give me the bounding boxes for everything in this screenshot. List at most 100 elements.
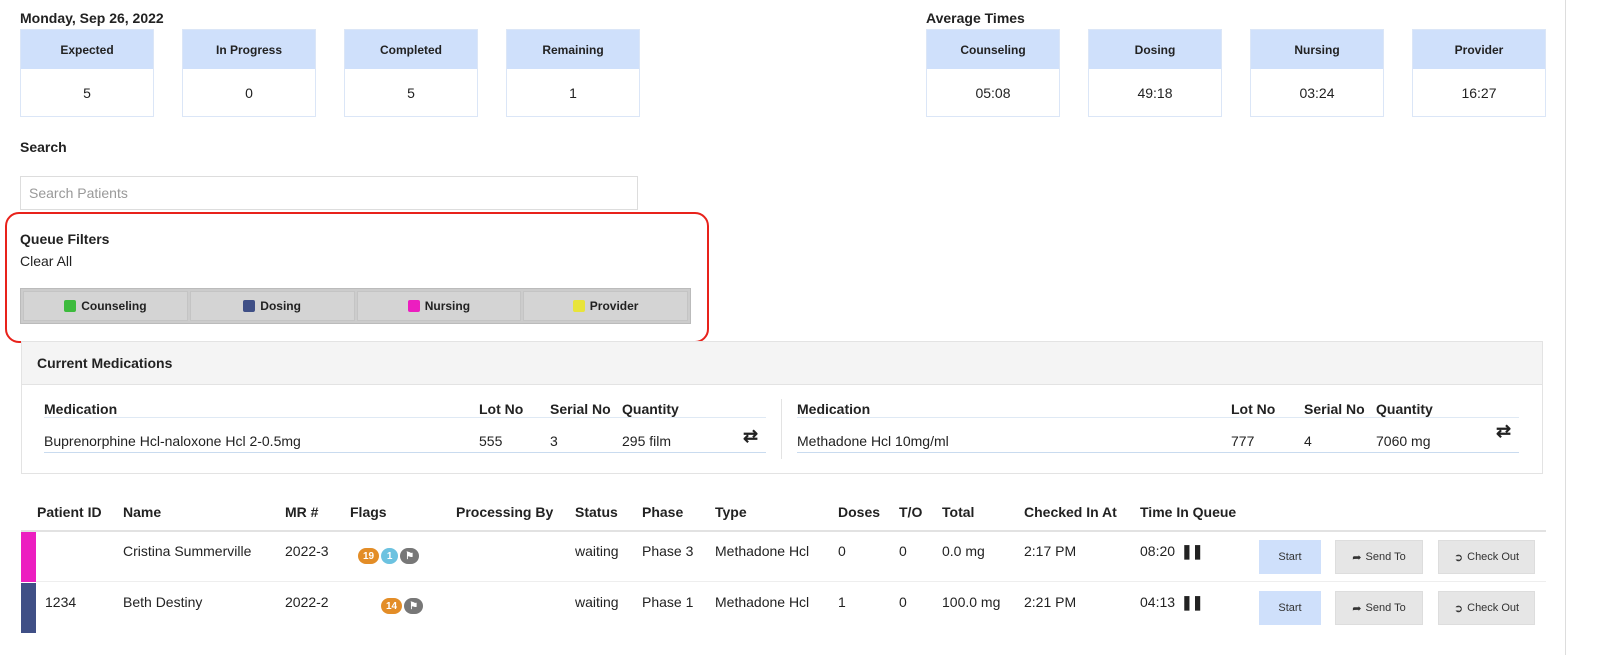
flag-icon[interactable]: ⚑ (400, 548, 420, 564)
swap-icon[interactable]: ⇄ (1496, 421, 1511, 442)
col-phase[interactable]: Phase (642, 504, 683, 520)
type: Methadone Hcl (715, 543, 810, 559)
med-lot: 555 (479, 433, 503, 449)
check-out-label: Check Out (1467, 602, 1520, 614)
sign-out-icon: ➲ (1453, 602, 1464, 615)
filter-label: Counseling (81, 299, 147, 313)
mr-number: 2022-2 (285, 594, 329, 610)
stat-value: 5 (83, 84, 91, 101)
flag-icon[interactable]: ⚑ (404, 598, 424, 614)
col-to[interactable]: T/O (899, 504, 922, 520)
to: 0 (899, 543, 907, 559)
stat-in-progress: In Progress 0 (182, 29, 316, 117)
avg-label: Counseling (927, 30, 1059, 69)
time-in-queue: 08:20 ❚❚ (1140, 543, 1204, 560)
counseling-swatch-icon (64, 300, 77, 312)
average-times-heading: Average Times (926, 10, 1025, 26)
pause-icon[interactable]: ❚❚ (1181, 594, 1203, 610)
patient-name[interactable]: Beth Destiny (123, 594, 202, 610)
avg-label: Dosing (1089, 30, 1221, 69)
stat-label: Completed (345, 30, 477, 69)
med-name: Buprenorphine Hcl-naloxone Hcl 2-0.5mg (44, 433, 301, 449)
col-processing-by[interactable]: Processing By (456, 504, 553, 520)
status: waiting (575, 594, 619, 610)
filter-dosing-button[interactable]: Dosing (189, 291, 355, 321)
total: 0.0 mg (942, 543, 985, 559)
phase: Phase 3 (642, 543, 694, 559)
type: Methadone Hcl (715, 594, 810, 610)
patient-name[interactable]: Cristina Summerville (123, 543, 251, 559)
pause-icon[interactable]: ❚❚ (1181, 543, 1203, 559)
flag-badge[interactable]: 14 (381, 598, 403, 614)
stat-value: 1 (569, 84, 577, 101)
sign-out-icon: ➲ (1453, 551, 1464, 564)
flags: 14 ⚑ (381, 598, 425, 614)
stat-value: 5 (407, 84, 415, 101)
send-to-button[interactable]: ➦ Send To (1335, 540, 1423, 574)
stat-remaining: Remaining 1 (506, 29, 640, 117)
col-checked-in[interactable]: Checked In At (1024, 504, 1117, 520)
status: waiting (575, 543, 619, 559)
col-flags[interactable]: Flags (350, 504, 387, 520)
share-icon: ➦ (1352, 551, 1362, 564)
avg-nursing: Nursing 03:24 (1250, 29, 1384, 117)
start-button[interactable]: Start (1259, 591, 1321, 625)
check-out-button[interactable]: ➲ Check Out (1438, 540, 1535, 574)
clear-all-link[interactable]: Clear All (20, 253, 72, 269)
dosing-swatch-icon (243, 300, 256, 312)
panel-title: Current Medications (22, 342, 1542, 385)
queue-filters-heading: Queue Filters (20, 231, 110, 247)
flag-badge[interactable]: 1 (381, 548, 399, 564)
checked-in-at: 2:21 PM (1024, 594, 1077, 610)
filter-nursing-button[interactable]: Nursing (356, 291, 522, 321)
stat-label: Remaining (507, 30, 639, 69)
avg-counseling: Counseling 05:08 (926, 29, 1060, 117)
avg-dosing: Dosing 49:18 (1088, 29, 1222, 117)
to: 0 (899, 594, 907, 610)
queue-color-bar (21, 583, 36, 633)
check-out-button[interactable]: ➲ Check Out (1438, 591, 1535, 625)
serial-header: Serial No (550, 401, 611, 417)
avg-provider: Provider 16:27 (1412, 29, 1546, 117)
flag-badge[interactable]: 19 (358, 548, 380, 564)
doses: 0 (838, 543, 846, 559)
med-serial: 4 (1304, 433, 1312, 449)
med-header: Medication (44, 401, 118, 417)
provider-swatch-icon (572, 300, 585, 312)
med-lot: 777 (1231, 433, 1255, 449)
med-quantity: 295 film (622, 433, 672, 449)
serial-header: Serial No (1304, 401, 1365, 417)
search-patients-input[interactable] (20, 176, 638, 210)
time-value: 08:20 (1140, 543, 1176, 559)
filter-provider-button[interactable]: Provider (523, 291, 688, 321)
quantity-header: Quantity (1376, 401, 1433, 417)
patient-id: 1234 (45, 594, 77, 610)
med-quantity: 7060 mg (1376, 433, 1431, 449)
search-label: Search (20, 139, 67, 155)
stat-completed: Completed 5 (344, 29, 478, 117)
col-time-in-queue[interactable]: Time In Queue (1140, 504, 1236, 520)
swap-icon[interactable]: ⇄ (743, 426, 758, 447)
scrollbar-edge (1565, 0, 1566, 655)
col-mr[interactable]: MR # (285, 504, 318, 520)
filter-counseling-button[interactable]: Counseling (23, 291, 188, 321)
col-total[interactable]: Total (942, 504, 974, 520)
col-name[interactable]: Name (123, 504, 161, 520)
start-button[interactable]: Start (1259, 540, 1321, 574)
col-patient-id[interactable]: Patient ID (37, 504, 102, 520)
col-doses[interactable]: Doses (838, 504, 880, 520)
doses: 1 (838, 594, 846, 610)
send-to-button[interactable]: ➦ Send To (1335, 591, 1423, 625)
col-status[interactable]: Status (575, 504, 618, 520)
avg-label: Provider (1413, 30, 1545, 69)
lot-header: Lot No (479, 401, 524, 417)
filter-label: Provider (589, 299, 639, 313)
avg-value: 03:24 (1299, 84, 1335, 101)
med-serial: 3 (550, 433, 558, 449)
filter-label: Dosing (260, 299, 301, 313)
share-icon: ➦ (1352, 602, 1362, 615)
send-to-label: Send To (1365, 551, 1406, 563)
med-header: Medication (797, 401, 871, 417)
col-type[interactable]: Type (715, 504, 747, 520)
check-out-label: Check Out (1467, 551, 1520, 563)
